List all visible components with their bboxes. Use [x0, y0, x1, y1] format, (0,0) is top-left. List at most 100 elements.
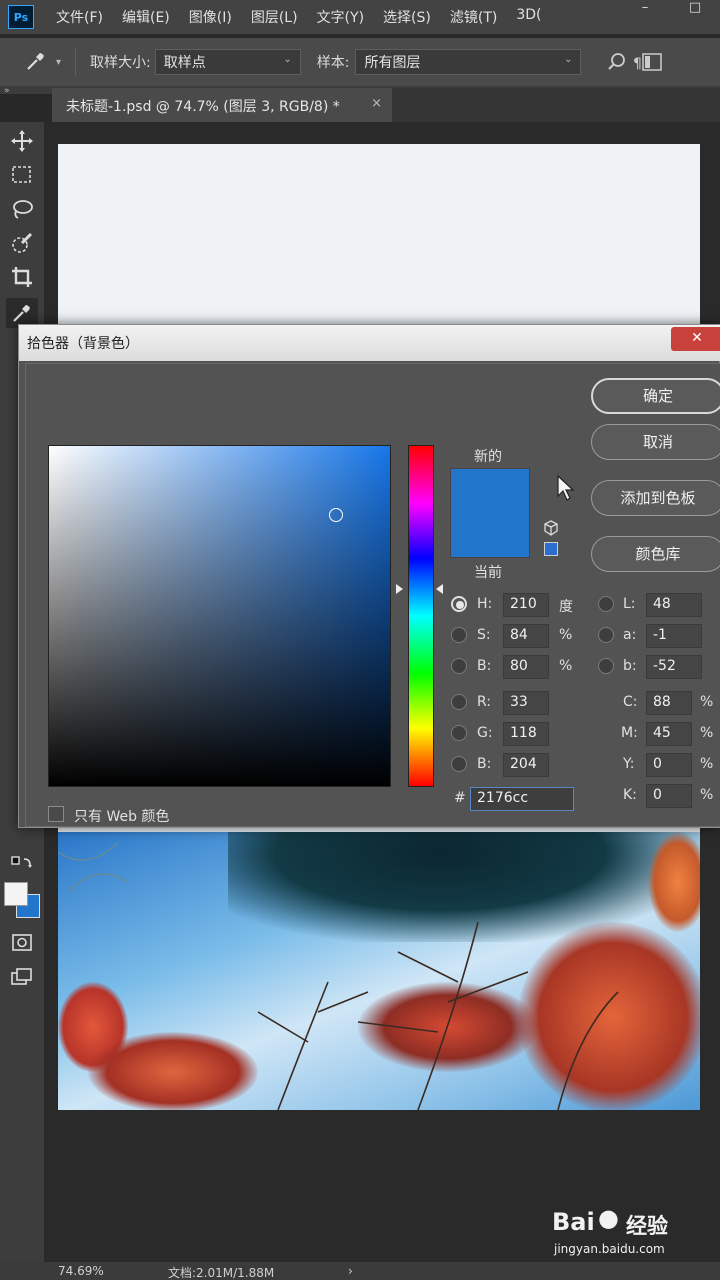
saturation-field[interactable]: 84	[503, 624, 549, 648]
marquee-tool-icon[interactable]	[6, 160, 38, 190]
blue-radio[interactable]	[451, 756, 467, 772]
chevron-down-icon: ⌄	[564, 54, 573, 65]
out-of-gamut-cube-icon[interactable]	[543, 520, 559, 536]
cyan-field[interactable]: 88	[646, 691, 692, 715]
red-radio[interactable]	[451, 694, 467, 710]
yellow-label: Y:	[623, 756, 635, 772]
hue-slider-handle-left[interactable]	[396, 584, 403, 594]
status-bar: 74.69% 文档:2.01M/1.88M ›	[0, 1262, 720, 1280]
foreground-color-swatch[interactable]	[4, 882, 28, 906]
watermark-brand-cn: 经验	[626, 1214, 668, 1238]
chevron-down-icon: ⌄	[283, 54, 292, 65]
lab-a-radio[interactable]	[598, 627, 614, 643]
menu-select[interactable]: 选择(S)	[383, 7, 431, 27]
menu-edit[interactable]: 编辑(E)	[122, 7, 170, 27]
lab-b-field[interactable]: -52	[646, 655, 702, 679]
yellow-field[interactable]: 0	[646, 753, 692, 777]
web-colors-only-checkbox[interactable]	[48, 806, 64, 822]
lab-b-label: b:	[623, 658, 637, 674]
add-to-swatches-button[interactable]: 添加到色板	[591, 480, 720, 516]
tool-preset-chevron-icon[interactable]: ▾	[56, 57, 61, 68]
red-field[interactable]: 33	[503, 691, 549, 715]
brightness-radio[interactable]	[451, 658, 467, 674]
menu-layer[interactable]: 图层(L)	[251, 7, 298, 27]
cancel-button[interactable]: 取消	[591, 424, 720, 460]
sample-layers-value: 所有图层	[364, 55, 421, 71]
hex-label: #	[454, 790, 466, 806]
menu-type[interactable]: 文字(Y)	[317, 7, 364, 27]
brightness-field[interactable]: 80	[503, 655, 549, 679]
svg-text:¶: ¶	[633, 56, 642, 72]
ok-button[interactable]: 确定	[591, 378, 720, 414]
tree-branches	[58, 841, 619, 1110]
dialog-close-button[interactable]: ✕	[671, 327, 720, 351]
hue-unit: 度	[559, 599, 573, 615]
autumn-leaves-photo	[58, 832, 700, 1110]
hue-radio[interactable]	[451, 596, 467, 612]
maximize-button[interactable]: □	[670, 0, 720, 18]
hex-field[interactable]: 2176cc	[470, 787, 574, 811]
hue-field[interactable]: 210	[503, 593, 549, 617]
hue-slider[interactable]	[408, 445, 434, 787]
close-tab-icon[interactable]: ×	[371, 96, 382, 111]
move-tool-icon[interactable]	[6, 126, 38, 156]
watermark-brand: Bai	[552, 1208, 595, 1236]
document-tab[interactable]: 未标题-1.psd @ 74.7% (图层 3, RGB/8) * ×	[52, 88, 392, 122]
magenta-label: M:	[621, 725, 638, 741]
sample-size-select[interactable]: 取样点 ⌄	[154, 49, 301, 75]
saturation-label: S:	[477, 627, 491, 643]
menu-filter[interactable]: 滤镜(T)	[450, 7, 497, 27]
sample-size-value: 取样点	[163, 55, 206, 71]
dialog-title: 拾色器（背景色）	[27, 336, 139, 352]
document-tab-row: 未标题-1.psd @ 74.7% (图层 3, RGB/8) * ×	[52, 88, 720, 122]
zoom-level[interactable]: 74.69%	[58, 1264, 104, 1278]
menu-file[interactable]: 文件(F)	[56, 7, 103, 27]
color-libraries-button[interactable]: 颜色库	[591, 536, 720, 572]
lab-b-radio[interactable]	[598, 658, 614, 674]
web-safe-color-icon[interactable]	[544, 542, 558, 556]
watermark-url: jingyan.baidu.com	[554, 1242, 665, 1256]
brightness-unit: %	[559, 658, 573, 674]
hue-slider-handle-right[interactable]	[436, 584, 443, 594]
swap-colors-icon[interactable]	[6, 850, 38, 880]
sample-layers-select[interactable]: 所有图层 ⌄	[355, 49, 582, 75]
dialog-title-bar[interactable]: 拾色器（背景色）	[19, 325, 720, 361]
current-color-label: 当前	[474, 565, 502, 581]
black-field[interactable]: 0	[646, 784, 692, 808]
lasso-tool-icon[interactable]	[6, 194, 38, 224]
magenta-field[interactable]: 45	[646, 722, 692, 746]
divider	[75, 48, 77, 76]
mouse-cursor-icon	[557, 474, 575, 501]
expand-panels-icon[interactable]: »	[4, 86, 10, 96]
lab-l-field[interactable]: 48	[646, 593, 702, 617]
green-field[interactable]: 118	[503, 722, 549, 746]
web-colors-only-label: 只有 Web 颜色	[74, 809, 170, 825]
crop-tool-icon[interactable]	[6, 262, 38, 292]
eyedropper-tool-icon[interactable]	[24, 49, 50, 75]
color-picker-dialog: 拾色器（背景色） ✕ 新的 当前 确定 取消 添加到色板 颜色库 H: 210 …	[18, 324, 720, 828]
screen-mode-icon[interactable]	[6, 962, 38, 992]
lab-a-field[interactable]: -1	[646, 624, 702, 648]
blue-field[interactable]: 204	[503, 753, 549, 777]
color-selection-marker[interactable]	[329, 508, 343, 522]
quick-selection-tool-icon[interactable]	[6, 228, 38, 258]
green-radio[interactable]	[451, 725, 467, 741]
menu-image[interactable]: 图像(I)	[189, 7, 232, 27]
minimize-button[interactable]: –	[620, 0, 670, 18]
saturation-brightness-field[interactable]	[48, 445, 391, 787]
window-controls: – □	[620, 0, 720, 20]
menu-items: 文件(F) 编辑(E) 图像(I) 图层(L) 文字(Y) 选择(S) 滤镜(T…	[56, 7, 561, 27]
new-color-label: 新的	[474, 449, 502, 465]
search-icon[interactable]	[607, 52, 627, 72]
menu-3d[interactable]: 3D(	[516, 7, 541, 27]
baidu-jingyan-watermark: Bai ● 经验 jingyan.baidu.com	[552, 1200, 702, 1260]
quick-mask-icon[interactable]	[6, 928, 38, 958]
magenta-unit: %	[700, 725, 714, 741]
new-current-color-swatch	[450, 468, 530, 558]
options-bar: ▾ 取样大小: 取样点 ⌄ 样本: 所有图层 ⌄ ¶	[0, 38, 720, 86]
saturation-radio[interactable]	[451, 627, 467, 643]
status-menu-arrow[interactable]: ›	[348, 1264, 353, 1278]
workspace-icon[interactable]: ¶	[633, 52, 663, 72]
lab-l-radio[interactable]	[598, 596, 614, 612]
cyan-label: C:	[623, 694, 638, 710]
